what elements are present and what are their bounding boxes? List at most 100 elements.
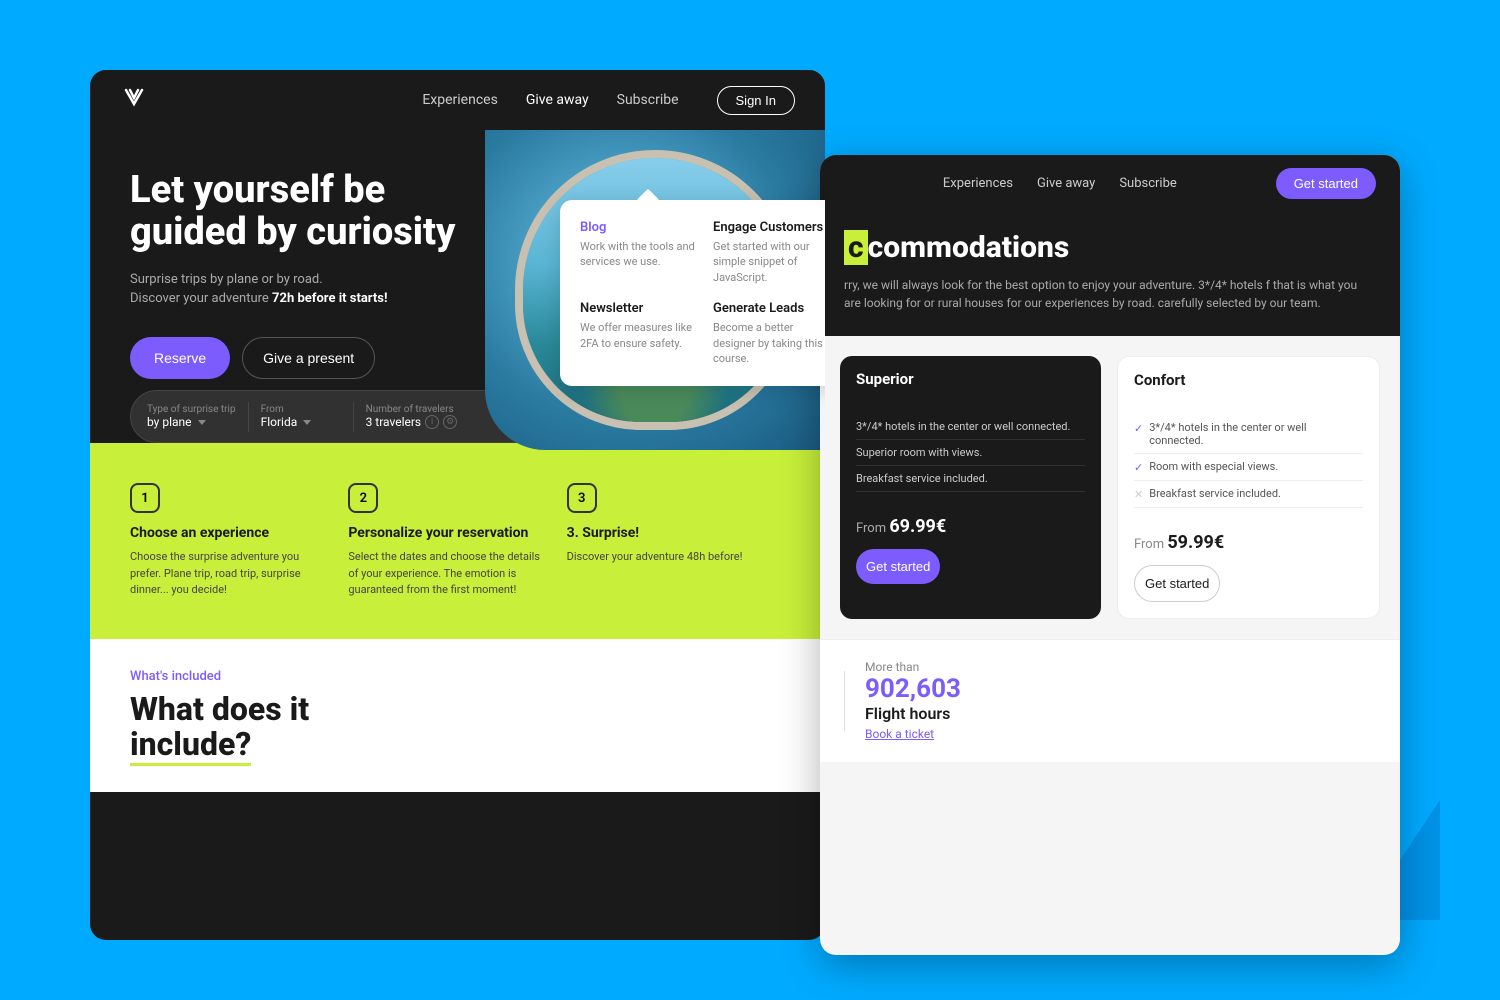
search-type-label: Type of surprise trip: [147, 404, 236, 415]
whats-included-label: What's included: [130, 669, 785, 684]
right-window: Experiences Give away Subscribe Get star…: [820, 155, 1400, 955]
dropdown-item-leads[interactable]: Generate Leads Become a better designer …: [713, 301, 825, 366]
superior-card-header: Superior: [840, 356, 1101, 402]
pricing-section: Superior 3*/4* hotels in the center or w…: [820, 336, 1400, 639]
signin-button[interactable]: Sign In: [717, 86, 795, 115]
stats-text: More than 902,603 Flight hours Book a ti…: [865, 660, 1376, 742]
search-divider-1: [248, 402, 249, 432]
nav-link-experiences[interactable]: Experiences: [422, 92, 497, 108]
confort-card-header: Confort: [1118, 357, 1379, 403]
right-nav-experiences[interactable]: Experiences: [943, 176, 1013, 191]
right-hero-title: ccommodations: [844, 231, 1376, 264]
dropdown-item-newsletter-desc: We offer measures like 2FA to ensure saf…: [580, 320, 697, 351]
confort-features: ✓ 3*/4* hotels in the center or well con…: [1118, 403, 1379, 520]
superior-get-started-button[interactable]: Get started: [856, 549, 940, 584]
superior-feature-2: Superior room with views.: [856, 440, 1085, 466]
check-icon-1: ✓: [1134, 422, 1143, 435]
confort-feature-3: ✕ Breakfast service included.: [1134, 481, 1363, 508]
nav-link-subscribe[interactable]: Subscribe: [617, 92, 679, 108]
dropdown-item-blog-title: Blog: [580, 220, 697, 235]
step-2-desc: Select the dates and choose the details …: [348, 549, 546, 599]
steps-section: 1 Choose an experience Choose the surpri…: [90, 443, 825, 639]
step-1-title: Choose an experience: [130, 525, 328, 541]
travelers-info-icon: i: [425, 415, 439, 429]
step-1-number: 1: [130, 483, 160, 513]
step-1: 1 Choose an experience Choose the surpri…: [130, 483, 348, 599]
stats-section: More than 902,603 Flight hours Book a ti…: [820, 639, 1400, 762]
dropdown-menu: Blog Work with the tools and services we…: [560, 200, 825, 386]
search-from-value[interactable]: Florida: [261, 415, 341, 429]
whats-included-title: What does it include?: [130, 692, 785, 762]
right-hero-section: ccommodations rry, we will always look f…: [820, 211, 1400, 336]
step-3-number: 3: [567, 483, 597, 513]
search-type-field: Type of surprise trip by plane: [147, 404, 236, 429]
search-from-label: From: [261, 404, 341, 415]
left-window: Experiences Give away Subscribe Sign In …: [90, 70, 825, 940]
search-travelers-value[interactable]: 3 travelers i ⚙: [366, 415, 458, 429]
superior-feature-1: 3*/4* hotels in the center or well conne…: [856, 414, 1085, 440]
step-2: 2 Personalize your reservation Select th…: [348, 483, 566, 599]
dropdown-item-leads-title: Generate Leads: [713, 301, 825, 316]
dropdown-item-blog[interactable]: Blog Work with the tools and services we…: [580, 220, 697, 285]
right-hero-subtitle: rry, we will always look for the best op…: [844, 276, 1376, 312]
reserve-button[interactable]: Reserve: [130, 337, 230, 379]
dropdown-item-leads-desc: Become a better designer by taking this …: [713, 320, 825, 366]
right-hero-title-text: commodations: [868, 230, 1070, 265]
right-navbar: Experiences Give away Subscribe Get star…: [820, 155, 1400, 211]
hero-subtitle-line2: Discover your adventure: [130, 291, 272, 306]
right-get-started-button[interactable]: Get started: [1276, 168, 1376, 199]
dropdown-item-newsletter[interactable]: Newsletter We offer measures like 2FA to…: [580, 301, 697, 366]
stats-number: 902,603: [865, 674, 1376, 704]
right-nav-links: Experiences Give away Subscribe: [943, 176, 1177, 191]
give-present-button[interactable]: Give a present: [242, 337, 375, 379]
stats-unit: Flight hours: [865, 704, 1376, 723]
hero-subtitle-bold: 72h before it starts!: [272, 291, 387, 306]
right-hero-highlight: c: [844, 230, 868, 265]
search-type-value[interactable]: by plane: [147, 415, 236, 429]
confort-feature-1: ✓ 3*/4* hotels in the center or well con…: [1134, 415, 1363, 454]
step-3-desc: Discover your adventure 48h before!: [567, 549, 765, 566]
confort-price: From 59.99€: [1118, 520, 1379, 565]
dropdown-item-engage-title: Engage Customers: [713, 220, 825, 235]
dropdown-item-newsletter-title: Newsletter: [580, 301, 697, 316]
hero-subtitle-line1: Surprise trips by plane or by road.: [130, 272, 323, 287]
superior-feature-3: Breakfast service included.: [856, 466, 1085, 492]
left-navbar: Experiences Give away Subscribe Sign In: [90, 70, 825, 130]
dropdown-grid: Blog Work with the tools and services we…: [580, 220, 825, 366]
check-icon-2: ✓: [1134, 461, 1143, 474]
dropdown-item-blog-desc: Work with the tools and services we use.: [580, 239, 697, 270]
dropdown-item-engage[interactable]: Engage Customers Get started with our si…: [713, 220, 825, 285]
superior-price: From 69.99€: [840, 504, 1101, 549]
hero-title: Let yourself be guided by curiosity: [130, 170, 510, 254]
logo[interactable]: [120, 84, 148, 117]
step-1-desc: Choose the surprise adventure you prefer…: [130, 549, 328, 599]
nav-links: Experiences Give away Subscribe Sign In: [422, 86, 795, 115]
book-ticket-link[interactable]: Book a ticket: [865, 727, 934, 741]
superior-features: 3*/4* hotels in the center or well conne…: [840, 402, 1101, 504]
cross-icon: ✕: [1134, 488, 1143, 501]
search-travelers-label: Number of travelers: [366, 404, 458, 415]
superior-price-amount: 69.99€: [889, 516, 946, 537]
right-nav-giveaway[interactable]: Give away: [1037, 176, 1095, 191]
search-from-field: From Florida: [261, 404, 341, 429]
type-chevron-icon: [198, 420, 206, 425]
stats-label: More than: [865, 660, 1376, 674]
step-3: 3 3. Surprise! Discover your adventure 4…: [567, 483, 785, 599]
confort-price-amount: 59.99€: [1167, 532, 1224, 553]
right-nav-subscribe[interactable]: Subscribe: [1119, 176, 1176, 191]
from-chevron-icon: [303, 420, 311, 425]
travelers-settings-icon: ⚙: [443, 415, 457, 429]
pricing-card-superior: Superior 3*/4* hotels in the center or w…: [840, 356, 1101, 619]
stats-divider: [844, 671, 845, 731]
nav-link-giveaway[interactable]: Give away: [526, 92, 589, 108]
confort-feature-2: ✓ Room with especial views.: [1134, 454, 1363, 481]
step-2-number: 2: [348, 483, 378, 513]
pricing-card-confort: Confort ✓ 3*/4* hotels in the center or …: [1117, 356, 1380, 619]
search-divider-2: [353, 402, 354, 432]
search-travelers-field: Number of travelers 3 travelers i ⚙: [366, 404, 458, 429]
confort-get-started-button[interactable]: Get started: [1134, 565, 1220, 602]
whats-included-section: What's included What does it include?: [90, 639, 825, 792]
step-2-title: Personalize your reservation: [348, 525, 546, 541]
step-3-title: 3. Surprise!: [567, 525, 765, 541]
dropdown-item-engage-desc: Get started with our simple snippet of J…: [713, 239, 825, 285]
